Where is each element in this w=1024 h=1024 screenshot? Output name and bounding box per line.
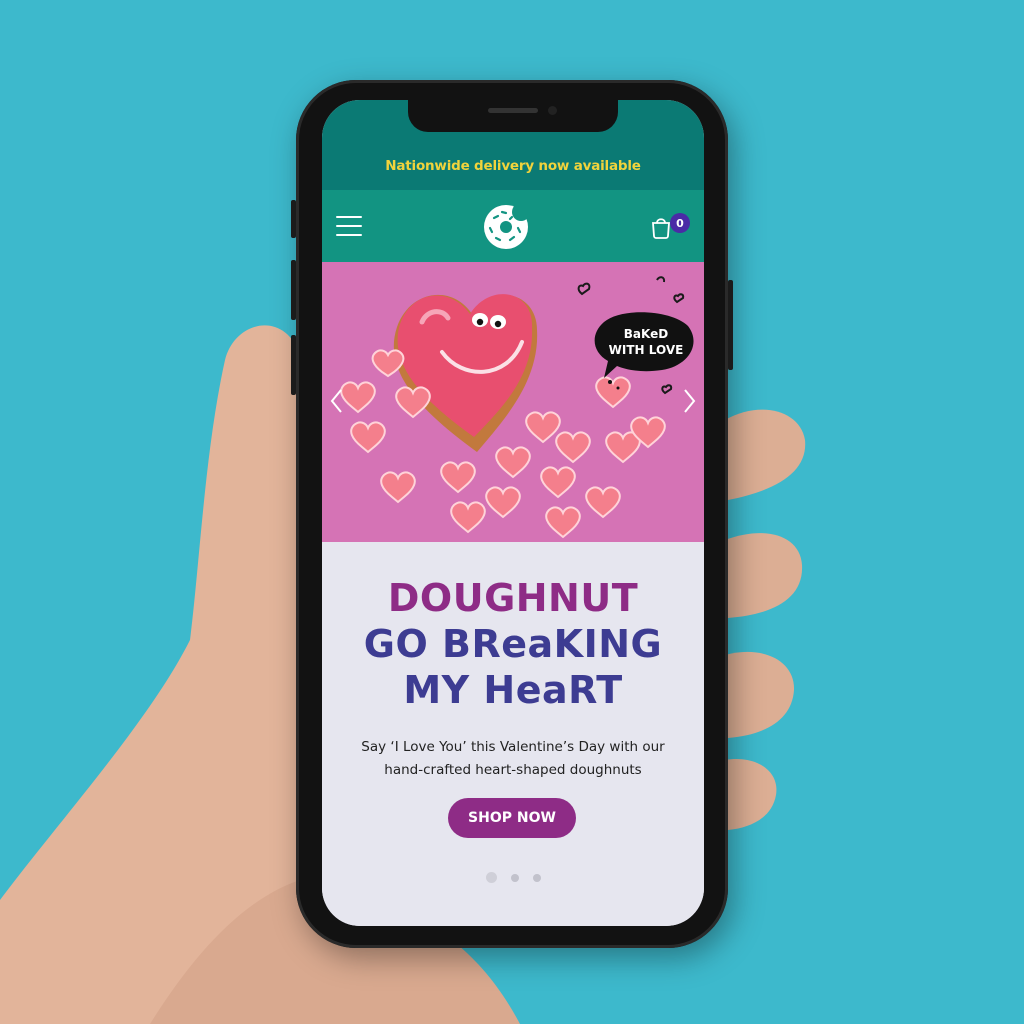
headline-line-3: MY HeaRT bbox=[403, 668, 623, 712]
volume-down-button bbox=[291, 335, 296, 395]
headline-line-1: DOUGHNUT bbox=[387, 576, 639, 620]
carousel-dot-1[interactable] bbox=[485, 872, 497, 883]
power-button bbox=[728, 280, 733, 370]
hamburger-menu-icon[interactable] bbox=[336, 216, 362, 236]
speaker-grille bbox=[488, 108, 538, 113]
carousel-dot-3[interactable] bbox=[532, 873, 541, 882]
shopping-bag-icon bbox=[652, 218, 670, 239]
hero-banner: BaKeD WITH LOVE bbox=[322, 262, 704, 542]
description-line-1: Say ‘I Love You’ this Valentine’s Day wi… bbox=[361, 739, 665, 755]
promo-text: Nationwide delivery now available bbox=[385, 158, 641, 174]
headline-line-2: GO BReaKING bbox=[363, 622, 663, 666]
sticker-text-1: BaKeD bbox=[624, 327, 668, 341]
hero-image: BaKeD WITH LOVE bbox=[340, 276, 694, 539]
chevron-left-icon[interactable] bbox=[328, 386, 346, 416]
shop-now-button[interactable]: SHOP NOW bbox=[448, 798, 576, 838]
phone-screen: Nationwide delivery now available 0 BaKe… bbox=[322, 100, 704, 926]
sticker-text-2: WITH LOVE bbox=[609, 343, 684, 357]
phone-notch bbox=[408, 100, 618, 132]
carousel-dot-2[interactable] bbox=[510, 873, 519, 882]
carousel-dots bbox=[322, 872, 704, 883]
volume-up-button bbox=[291, 260, 296, 320]
hero-description: Say ‘I Love You’ this Valentine’s Day wi… bbox=[342, 736, 684, 782]
description-line-2: hand-crafted heart-shaped doughnuts bbox=[384, 762, 642, 778]
site-header: 0 bbox=[322, 190, 704, 262]
mute-switch bbox=[291, 200, 296, 238]
cart-button[interactable]: 0 bbox=[650, 211, 690, 241]
cart-count-badge: 0 bbox=[670, 213, 690, 233]
front-camera bbox=[548, 106, 557, 115]
hero-content: DOUGHNUT GO BReaKING MY HeaRT Say ‘I Lov… bbox=[322, 542, 704, 926]
chevron-right-icon[interactable] bbox=[680, 386, 698, 416]
doughnut-logo-icon[interactable] bbox=[480, 200, 532, 252]
